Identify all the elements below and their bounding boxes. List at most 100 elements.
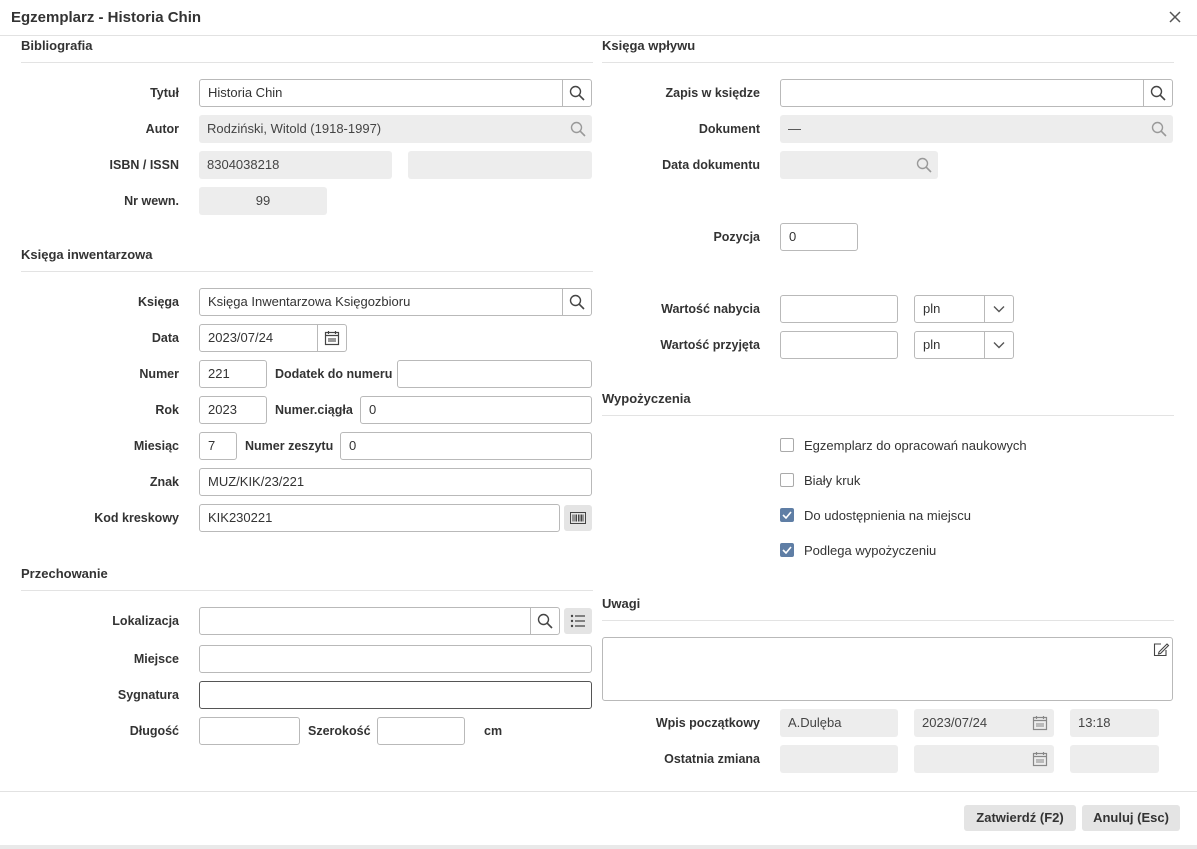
znak-field[interactable]: MUZ/KIK/23/221 — [199, 468, 592, 496]
checkbox-opracowania[interactable] — [780, 438, 794, 452]
miejsce-field[interactable] — [199, 645, 592, 673]
checkbox-wypozyczenie-label: Podlega wypożyczeniu — [804, 543, 937, 558]
zmiana-user-field — [780, 745, 898, 773]
tytul-field[interactable]: Historia Chin — [199, 79, 592, 107]
search-icon — [909, 151, 938, 179]
wartosc-przyjeta-field[interactable] — [780, 331, 898, 359]
sygnatura-field[interactable] — [199, 681, 592, 709]
wpis-user-field: A.Dulęba — [780, 709, 898, 737]
checkbox-wypozyczenie[interactable] — [780, 543, 794, 557]
wpis-date-field: 2023/07/24 — [914, 709, 1054, 737]
edit-icon[interactable] — [1152, 641, 1170, 659]
wartosc-nabycia-field[interactable] — [780, 295, 898, 323]
calendar-icon — [1025, 745, 1054, 773]
checkbox-opracowania-label: Egzemplarz do opracowań naukowych — [804, 438, 1027, 453]
zapis-field[interactable] — [780, 79, 1173, 107]
issn-field — [408, 151, 592, 179]
wpis-date-value: 2023/07/24 — [922, 715, 988, 730]
search-icon[interactable] — [1143, 80, 1172, 106]
dialog: Egzemplarz - Historia Chin Bibliografia … — [0, 0, 1197, 849]
wpis-poczatkowy-label: Wpis początkowy — [655, 716, 760, 730]
wpis-time-field: 13:18 — [1070, 709, 1159, 737]
cancel-button[interactable]: Anuluj (Esc) — [1082, 805, 1180, 831]
list-icon[interactable] — [564, 608, 592, 634]
dokument-value: — — [788, 121, 801, 136]
nr-wewn-label: Nr wewn. — [124, 194, 179, 208]
pozycja-field[interactable]: 0 — [780, 223, 858, 251]
zmiana-date-field — [914, 745, 1054, 773]
autor-field: Rodziński, Witold (1918-1997) — [199, 115, 592, 143]
search-icon — [563, 115, 592, 143]
search-icon[interactable] — [562, 289, 591, 315]
check-icon — [782, 511, 792, 519]
miesiac-label: Miesiąc — [133, 439, 179, 453]
lokalizacja-label: Lokalizacja — [112, 614, 179, 628]
ksiega-label: Księga — [138, 295, 179, 309]
numer-label: Numer — [139, 367, 179, 381]
section-divider — [602, 620, 1174, 621]
kod-kreskowy-field[interactable]: KIK230221 — [199, 504, 560, 532]
rok-label: Rok — [155, 403, 179, 417]
waluta-przyjeta-select[interactable]: pln — [914, 331, 1014, 359]
data-field[interactable]: 2023/07/24 — [199, 324, 347, 352]
section-divider — [602, 62, 1174, 63]
szerokosc-field[interactable] — [377, 717, 465, 745]
search-icon[interactable] — [562, 80, 591, 106]
dodatek-field[interactable] — [397, 360, 592, 388]
tytul-label: Tytuł — [150, 86, 179, 100]
waluta-nabycia-select[interactable]: pln — [914, 295, 1014, 323]
check-icon — [782, 546, 792, 554]
confirm-button[interactable]: Zatwierdź (F2) — [964, 805, 1076, 831]
footer-divider — [0, 791, 1197, 792]
checkbox-bialy-kruk[interactable] — [780, 473, 794, 487]
unit-label: cm — [484, 724, 503, 738]
dlugosc-field[interactable] — [199, 717, 300, 745]
zapis-label: Zapis w księdze — [665, 86, 760, 100]
autor-label: Autor — [145, 122, 179, 136]
waluta-przyjeta-value: pln — [923, 337, 941, 352]
isbn-label: ISBN / ISSN — [109, 158, 179, 172]
section-divider — [602, 415, 1174, 416]
kod-kreskowy-label: Kod kreskowy — [94, 511, 179, 525]
dokument-field: — — [780, 115, 1173, 143]
wartosc-nabycia-label: Wartość nabycia — [661, 302, 760, 316]
isbn-field: 8304038218 — [199, 151, 392, 179]
data-dokumentu-label: Data dokumentu — [662, 158, 760, 172]
szerokosc-label: Szerokość — [308, 724, 371, 738]
section-ksiega-inwentarzowa: Księga inwentarzowa — [21, 247, 153, 262]
close-icon[interactable] — [1166, 8, 1184, 26]
waluta-nabycia-value: pln — [923, 301, 941, 316]
data-label: Data — [151, 331, 179, 345]
miesiac-field[interactable]: 7 — [199, 432, 237, 460]
section-wypozyczenia: Wypożyczenia — [602, 391, 691, 406]
nr-wewn-field: 99 — [199, 187, 327, 215]
dialog-title: Egzemplarz - Historia Chin — [11, 9, 202, 26]
tytul-value: Historia Chin — [208, 85, 283, 100]
search-icon[interactable] — [530, 608, 559, 634]
chevron-down-icon[interactable] — [984, 332, 1013, 358]
calendar-icon[interactable] — [317, 325, 346, 351]
barcode-icon[interactable] — [564, 505, 592, 531]
dlugosc-label: Długość — [129, 724, 179, 738]
numer-zeszytu-label: Numer zeszytu — [245, 439, 334, 453]
ksiega-value: Księga Inwentarzowa Księgozbioru — [208, 294, 411, 309]
section-ksiega-wplywu: Księga wpływu — [602, 38, 696, 53]
numer-zeszytu-field[interactable]: 0 — [340, 432, 592, 460]
checkbox-bialy-kruk-label: Biały kruk — [804, 473, 861, 488]
section-divider — [21, 271, 593, 272]
rok-field[interactable]: 2023 — [199, 396, 267, 424]
ksiega-field[interactable]: Księga Inwentarzowa Księgozbioru — [199, 288, 592, 316]
numer-field[interactable]: 221 — [199, 360, 267, 388]
numer-ciagla-label: Numer.ciągła — [275, 403, 353, 417]
wartosc-przyjeta-label: Wartość przyjęta — [660, 338, 760, 352]
section-bibliografia: Bibliografia — [21, 38, 93, 53]
miejsce-label: Miejsce — [133, 652, 179, 666]
search-icon — [1144, 115, 1173, 143]
uwagi-textarea[interactable] — [602, 637, 1173, 701]
calendar-icon — [1025, 709, 1054, 737]
section-uwagi: Uwagi — [602, 596, 641, 611]
chevron-down-icon[interactable] — [984, 296, 1013, 322]
lokalizacja-field[interactable] — [199, 607, 560, 635]
checkbox-udostepnienie[interactable] — [780, 508, 794, 522]
numer-ciagla-field[interactable]: 0 — [360, 396, 592, 424]
